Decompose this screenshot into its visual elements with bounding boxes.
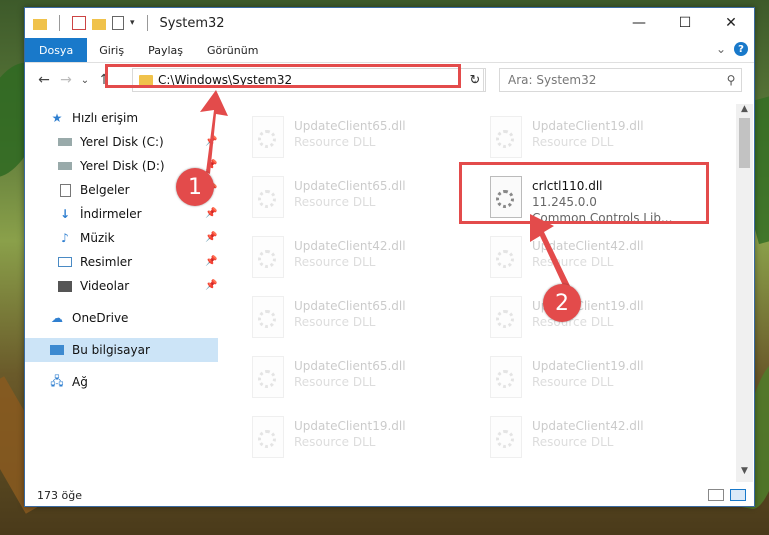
arrow-1 <box>200 90 228 174</box>
annotation-arrows <box>200 90 572 292</box>
step-marker-1: 1 <box>176 168 214 206</box>
step-marker-2: 2 <box>543 284 581 322</box>
arrow-2 <box>530 214 572 292</box>
